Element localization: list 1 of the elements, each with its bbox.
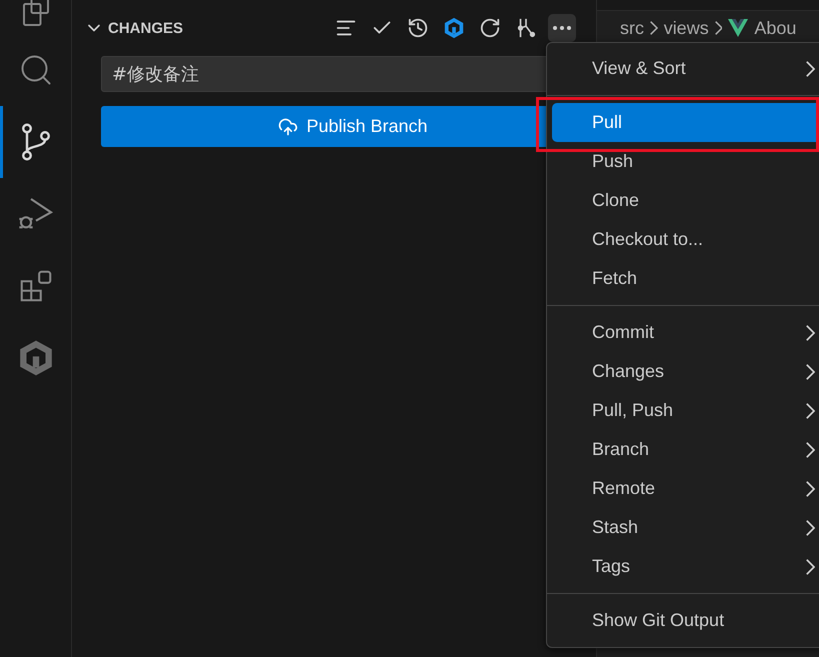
section-title: CHANGES xyxy=(108,20,184,36)
